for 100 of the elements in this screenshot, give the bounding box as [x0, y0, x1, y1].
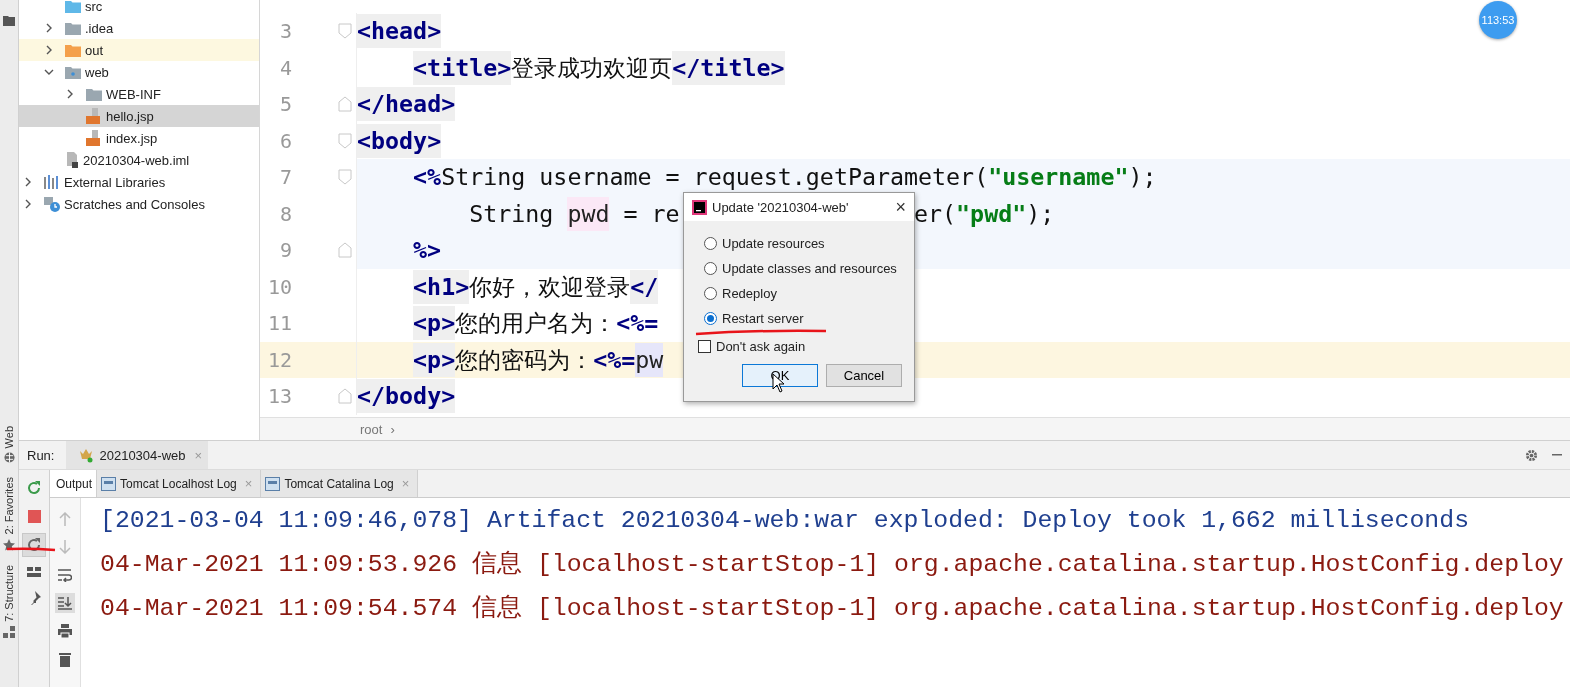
console-tab[interactable]: Tomcat Localhost Log ×	[97, 470, 262, 497]
checkbox[interactable]	[698, 340, 711, 353]
print-icon[interactable]	[58, 624, 72, 638]
tool-window-label[interactable]: Web	[3, 426, 15, 449]
update-button[interactable]	[22, 533, 46, 557]
minimize-icon[interactable]	[1552, 454, 1562, 456]
tree-row[interactable]: index.jsp	[19, 127, 259, 149]
settings-icon[interactable]	[1525, 448, 1538, 462]
chevron-right-icon[interactable]	[23, 199, 33, 209]
console-tab[interactable]: Output	[50, 470, 98, 497]
code-token: <body>	[357, 123, 442, 158]
code-token: </head>	[357, 87, 456, 122]
code-token: <%=	[616, 308, 659, 339]
soft-wrap-icon[interactable]	[58, 568, 72, 582]
line-number: 7	[278, 165, 292, 190]
tree-row[interactable]: hello.jsp	[19, 105, 259, 127]
breadcrumb-item[interactable]: root	[360, 421, 383, 437]
checkbox-label[interactable]: Don't ask again	[716, 339, 806, 354]
radio-button[interactable]	[704, 262, 717, 275]
code-token: "username"	[988, 162, 1129, 193]
console-tab[interactable]: Tomcat Catalina Log ×	[261, 470, 419, 497]
tree-row[interactable]: 20210304-web.iml	[19, 149, 259, 171]
tool-window-label[interactable]: 7: Structure	[3, 564, 15, 622]
stop-icon[interactable]	[27, 510, 41, 523]
code-token: %>	[413, 235, 442, 266]
code-token: 登录成功欢迎页	[511, 52, 673, 83]
fold-marker-icon[interactable]	[338, 23, 352, 40]
tab-label: Tomcat Localhost Log	[120, 476, 237, 491]
rerun-icon[interactable]	[26, 480, 42, 496]
scroll-to-end-button[interactable]	[55, 593, 75, 613]
tree-row[interactable]: web	[19, 61, 259, 83]
code-token: = re	[622, 198, 680, 229]
tomcat-icon	[78, 447, 95, 463]
tab-label: Tomcat Catalina Log	[284, 476, 394, 491]
line-number: 9	[278, 238, 292, 263]
line-number: 5	[278, 92, 292, 117]
chevron-right-icon[interactable]	[44, 23, 54, 33]
console-line: 04-Mar-2021 11:09:54.574 信息 [localhost-startStop-1] org.apache.catalina.startup.HostConfig.deploy	[100, 593, 1565, 624]
chevron-right-icon[interactable]	[44, 45, 54, 55]
chevron-down-icon[interactable]	[44, 67, 54, 77]
code-token: String	[469, 198, 555, 229]
tree-label: src	[85, 0, 103, 14]
code-token: pw	[635, 342, 664, 377]
tree-row[interactable]: WEB-INF	[19, 83, 259, 105]
library-icon	[44, 175, 60, 189]
dialog-button[interactable]: Cancel	[826, 364, 902, 387]
option-label[interactable]: Redeploy	[722, 286, 777, 301]
tree-label: WEB-INF	[106, 86, 161, 102]
folder-icon	[65, 65, 81, 79]
tree-label: 20210304-web.iml	[83, 152, 190, 168]
line-number: 3	[278, 19, 292, 44]
radio-button[interactable]	[704, 237, 717, 250]
code-token: <p>	[413, 342, 456, 377]
code-token: <title>	[413, 50, 512, 85]
code-token: 你好，欢迎登录	[469, 271, 631, 302]
fold-marker-icon[interactable]	[338, 242, 352, 259]
radio-button[interactable]	[704, 287, 717, 300]
tree-row[interactable]: .idea	[19, 17, 259, 39]
code-token: </	[630, 269, 659, 304]
console-line: 04-Mar-2021 11:09:53.926 信息 [localhost-startStop-1] org.apache.catalina.startup.HostConfig.deploy	[100, 549, 1565, 580]
trash-icon[interactable]	[59, 652, 71, 667]
option-label[interactable]: Update classes and resources	[722, 261, 897, 276]
line-number: 13	[266, 384, 292, 409]
tree-row[interactable]: src	[19, 0, 259, 17]
app-logo-icon	[692, 199, 707, 215]
annotation-stroke	[6, 546, 56, 552]
log-window-icon	[101, 476, 117, 491]
globe-icon	[3, 452, 15, 464]
option-label[interactable]: Update resources	[722, 236, 825, 251]
folder-icon	[65, 21, 81, 35]
code-token: 您的用户名为：	[455, 308, 617, 339]
line-number: 10	[266, 274, 292, 299]
folder-icon[interactable]	[3, 16, 15, 26]
option-label[interactable]: Restart server	[722, 311, 804, 326]
fold-marker-icon[interactable]	[338, 169, 352, 186]
chevron-right-icon[interactable]	[65, 89, 75, 99]
code-token: );	[1026, 198, 1055, 229]
line-number: 12	[266, 347, 292, 372]
tree-row[interactable]: Scratches and Consoles	[19, 193, 259, 215]
tree-row[interactable]: External Libraries	[19, 171, 259, 193]
close-button[interactable]: ×	[887, 196, 914, 218]
fold-marker-icon[interactable]	[338, 96, 352, 113]
radio-button[interactable]	[704, 312, 717, 325]
layout-icon[interactable]	[27, 567, 41, 577]
star-icon	[3, 538, 15, 551]
fold-marker-icon[interactable]	[338, 388, 352, 405]
fold-marker-icon[interactable]	[338, 132, 352, 149]
code-token: <p>	[413, 306, 456, 341]
code-token: 您的密码为：	[455, 344, 594, 375]
code-token: </body>	[357, 379, 456, 414]
tree-label: web	[85, 64, 109, 80]
code-token: "pwd"	[956, 198, 1027, 229]
chevron-right-icon[interactable]	[23, 177, 33, 187]
folder-icon	[86, 87, 102, 101]
code-token: </title>	[672, 50, 785, 85]
tool-window-label[interactable]: 2: Favorites	[3, 477, 15, 535]
breadcrumb-separator: ›	[390, 421, 395, 437]
structure-icon	[3, 625, 15, 638]
run-config-tab[interactable]: 20210304-web ×	[66, 441, 209, 469]
tree-row[interactable]: out	[19, 39, 259, 61]
